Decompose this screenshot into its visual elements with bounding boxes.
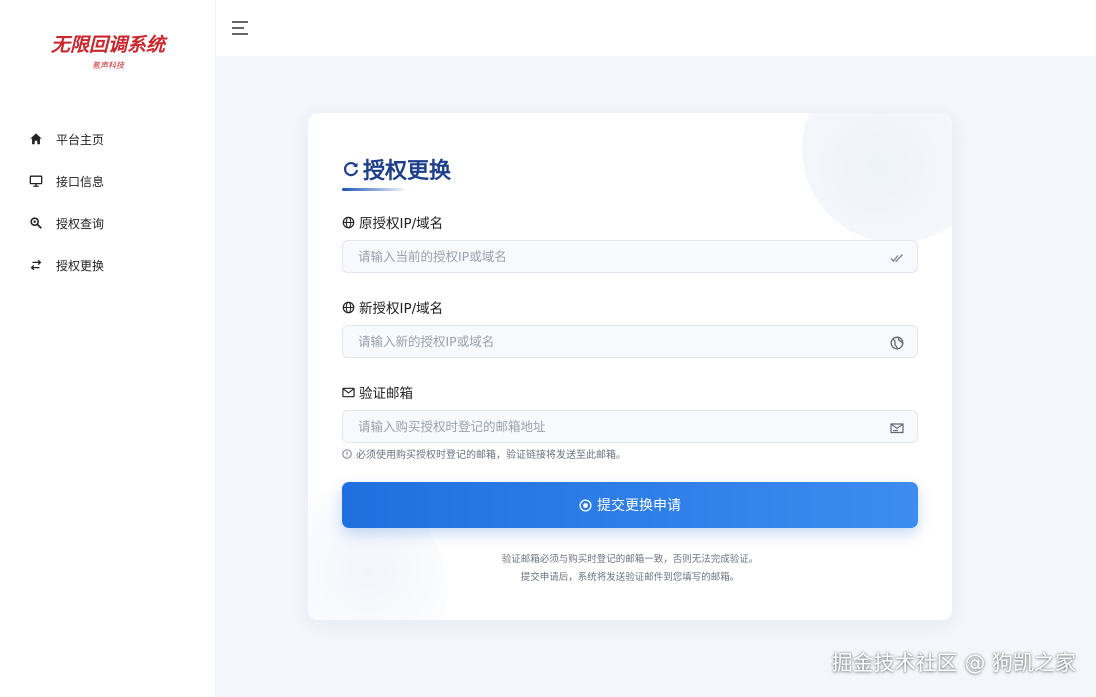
sidebar-item-label: 接口信息 [56, 174, 105, 189]
new-auth-input[interactable] [343, 326, 917, 357]
email-input[interactable] [343, 411, 917, 442]
sidebar-item-home[interactable]: 平台主页 [0, 118, 216, 160]
submit-icon [579, 498, 592, 512]
mail-icon [342, 386, 355, 399]
brand-subtitle: 氪声科技 [92, 61, 124, 70]
old-auth-label: 原授权IP/域名 [342, 212, 443, 232]
field-label-text: 原授权IP/域名 [359, 216, 444, 232]
home-icon [29, 132, 43, 146]
sidebar-item-label: 授权查询 [56, 216, 105, 231]
email-field [342, 410, 918, 443]
sidebar: 无限回调系统 氪声科技 平台主页 接口信息 授权查询 授权更换 [0, 0, 216, 697]
old-auth-input[interactable] [343, 241, 917, 272]
new-auth-label: 新授权IP/域名 [342, 297, 443, 317]
submit-change-button[interactable]: 提交更换申请 [342, 482, 918, 528]
auth-change-card: 授权更换 原授权IP/域名 新授权IP/域名 验证邮箱 [308, 113, 952, 620]
notes: 验证邮箱必须与购买时登记的邮箱一致，否则无法完成验证。 提交申请后，系统将发送验… [308, 551, 952, 587]
monitor-icon [29, 174, 43, 188]
card-header: 授权更换 [342, 153, 451, 185]
globe-icon [342, 301, 355, 314]
sidebar-item-auth-change[interactable]: 授权更换 [0, 244, 216, 286]
field-label-text: 新授权IP/域名 [359, 301, 444, 317]
refresh-icon [342, 160, 360, 178]
new-auth-field [342, 325, 918, 358]
globe-icon [342, 216, 355, 229]
swap-icon [29, 258, 43, 272]
menu-icon[interactable] [231, 19, 251, 37]
submit-button-label: 提交更换申请 [597, 498, 681, 514]
note-line: 提交申请后，系统将发送验证邮件到您填写的邮箱。 [520, 572, 740, 583]
search-icon [29, 216, 43, 230]
note-line: 验证邮箱必须与购买时登记的邮箱一致，否则无法完成验证。 [501, 554, 759, 565]
old-auth-field [342, 240, 918, 273]
page-title: 授权更换 [363, 159, 452, 184]
email-hint-text: 必须使用购买授权时登记的邮箱，验证链接将发送至此邮箱。 [356, 450, 626, 461]
sidebar-item-auth-query[interactable]: 授权查询 [0, 202, 216, 244]
top-bar [216, 0, 1096, 56]
globe-solid-icon [890, 335, 904, 350]
double-check-icon [890, 250, 904, 264]
brand-title: 无限回调系统 [50, 34, 165, 56]
sidebar-item-label: 平台主页 [56, 132, 105, 147]
sidebar-item-api-info[interactable]: 接口信息 [0, 160, 216, 202]
sidebar-item-label: 授权更换 [56, 258, 105, 273]
email-hint: 必须使用购买授权时登记的邮箱，验证链接将发送至此邮箱。 [342, 446, 626, 461]
decorative-circle [802, 113, 952, 243]
brand-logo[interactable]: 无限回调系统 氪声科技 [0, 30, 216, 71]
mail-send-icon [890, 420, 904, 434]
sidebar-nav: 平台主页 接口信息 授权查询 授权更换 [0, 118, 216, 286]
email-label: 验证邮箱 [342, 382, 413, 402]
title-underline [342, 188, 404, 191]
field-label-text: 验证邮箱 [359, 386, 413, 402]
watermark: 掘金技术社区 @ 狗凯之家 [831, 651, 1076, 675]
info-icon [342, 448, 352, 459]
